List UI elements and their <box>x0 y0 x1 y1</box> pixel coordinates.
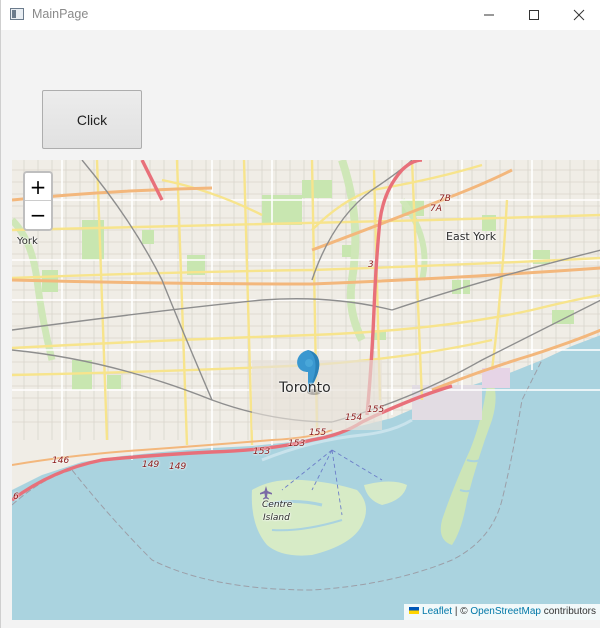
main-window: MainPage Click Toronto East York York Ce… <box>0 0 600 628</box>
ukraine-flag-icon <box>409 607 420 614</box>
attribution-suffix: contributors <box>540 606 596 617</box>
minimize-icon <box>483 14 494 16</box>
route-shield: 153 <box>253 447 271 457</box>
zoom-out-button[interactable]: − <box>25 201 51 229</box>
route-shield: 3 <box>368 260 374 270</box>
attribution-separator: | © <box>452 606 471 617</box>
title-bar[interactable]: MainPage <box>1 0 600 30</box>
place-label-east-york: East York <box>446 230 497 243</box>
minimize-button[interactable] <box>466 0 511 30</box>
route-shield: 146 <box>52 456 70 466</box>
maximize-button[interactable] <box>511 0 556 30</box>
route-shield: 149 <box>142 460 160 470</box>
place-label-centre: Centre <box>262 500 293 510</box>
zoom-in-button[interactable]: + <box>25 173 51 201</box>
route-shield: 155 <box>367 405 385 415</box>
leaflet-link[interactable]: Leaflet <box>422 606 452 617</box>
openstreetmap-link[interactable]: OpenStreetMap <box>470 606 541 617</box>
window-title: MainPage <box>32 7 89 21</box>
route-shield: 154 <box>345 413 363 423</box>
place-label-toronto: Toronto <box>279 380 331 396</box>
route-shield: 149 <box>169 462 187 472</box>
map-attribution: Leaflet | © OpenStreetMap contributors <box>404 604 600 620</box>
zoom-control: + − <box>23 171 53 231</box>
place-label-york: York <box>17 236 38 247</box>
close-button[interactable] <box>556 0 600 30</box>
maximize-icon <box>528 10 539 20</box>
place-label-island: Island <box>263 513 290 523</box>
close-icon <box>573 9 584 21</box>
route-shield: 153 <box>288 439 306 449</box>
window-app-icon <box>10 8 24 20</box>
click-button[interactable]: Click <box>42 90 142 149</box>
route-shield: 6 <box>13 492 19 502</box>
route-shield: 155 <box>309 428 327 438</box>
map-view[interactable]: Toronto East York York Centre Island 7B … <box>12 160 600 620</box>
route-shield: 7B <box>439 194 451 204</box>
route-shield: 7A <box>430 204 442 214</box>
